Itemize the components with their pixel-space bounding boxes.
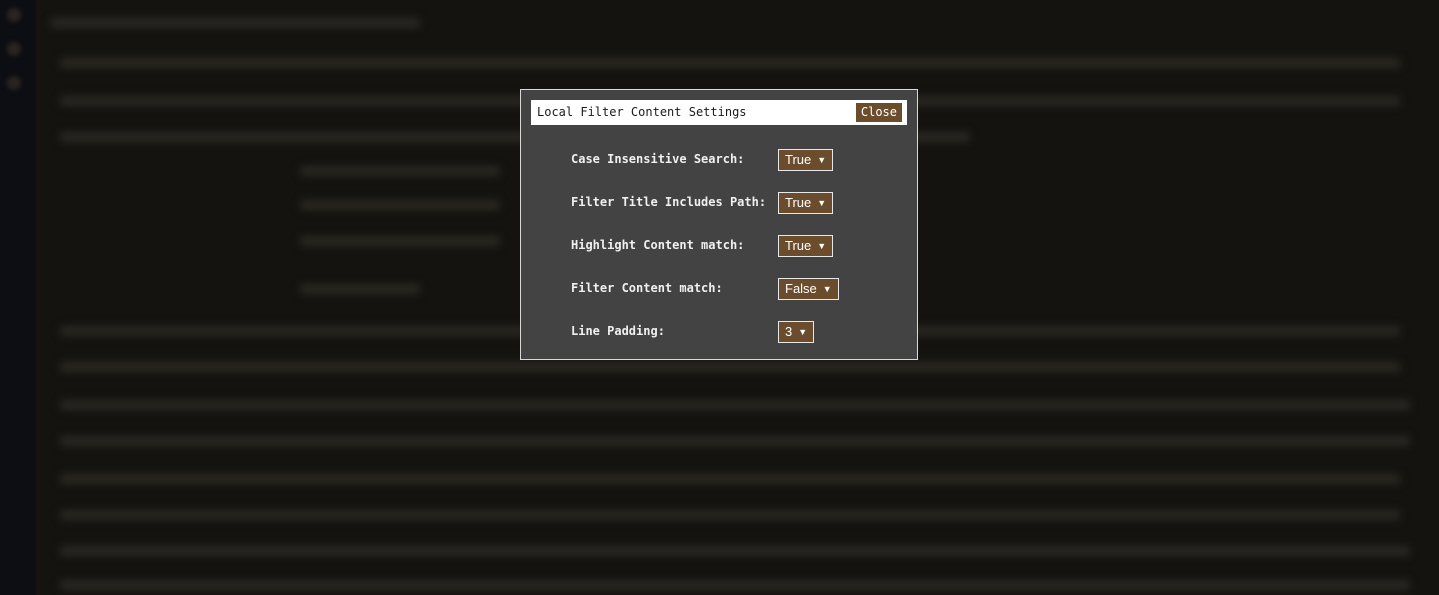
select-value: 3 (785, 324, 793, 339)
select-value: True (785, 152, 812, 167)
filter-title-includes-path-select[interactable]: True ▼ (778, 192, 834, 214)
setting-label: Filter Title Includes Path: (571, 195, 767, 209)
blurred-text-line (60, 362, 1400, 372)
dialog-title: Local Filter Content Settings (537, 105, 747, 119)
chevron-down-icon: ▼ (822, 284, 832, 294)
setting-label: Filter Content match: (571, 281, 723, 295)
filter-settings-dialog: Local Filter Content Settings Close Case… (520, 89, 918, 360)
blurred-text-line (60, 400, 1410, 410)
setting-case-insensitive-search: Case Insensitive Search: True ▼ (571, 149, 891, 171)
chevron-down-icon: ▼ (798, 327, 808, 337)
chevron-down-icon: ▼ (817, 241, 827, 251)
select-value: True (785, 195, 812, 210)
case-insensitive-search-select[interactable]: True ▼ (778, 149, 834, 171)
setting-filter-title-includes-path: Filter Title Includes Path: True ▼ (571, 192, 891, 214)
chevron-down-icon: ▼ (817, 198, 827, 208)
blurred-text-line (300, 236, 500, 246)
blurred-text-line (60, 580, 1410, 590)
gutter-icon (7, 8, 21, 22)
editor-gutter (0, 0, 36, 595)
setting-label: Highlight Content match: (571, 238, 745, 252)
gutter-icon (7, 42, 21, 56)
highlight-content-match-select[interactable]: True ▼ (778, 235, 834, 257)
setting-label: Case Insensitive Search: (571, 152, 745, 166)
blurred-text-line (60, 474, 1400, 484)
setting-line-padding: Line Padding: 3 ▼ (571, 321, 891, 343)
select-value: False (785, 281, 817, 296)
blurred-text-line (50, 18, 420, 28)
chevron-down-icon: ▼ (817, 155, 827, 165)
gutter-icon (7, 76, 21, 90)
setting-highlight-content-match: Highlight Content match: True ▼ (571, 235, 891, 257)
close-button[interactable]: Close (855, 103, 902, 122)
blurred-text-line (60, 436, 1410, 446)
blurred-text-line (300, 166, 500, 176)
line-padding-select[interactable]: 3 ▼ (778, 321, 815, 343)
blurred-text-line (60, 510, 1400, 520)
select-value: True (785, 238, 812, 253)
blurred-text-line (300, 200, 500, 210)
dialog-header: Local Filter Content Settings Close (531, 100, 907, 125)
blurred-text-line (300, 284, 420, 294)
setting-filter-content-match: Filter Content match: False ▼ (571, 278, 891, 300)
filter-content-match-select[interactable]: False ▼ (778, 278, 839, 300)
setting-label: Line Padding: (571, 324, 665, 338)
blurred-text-line (60, 58, 1400, 68)
blurred-text-line (60, 546, 1410, 556)
